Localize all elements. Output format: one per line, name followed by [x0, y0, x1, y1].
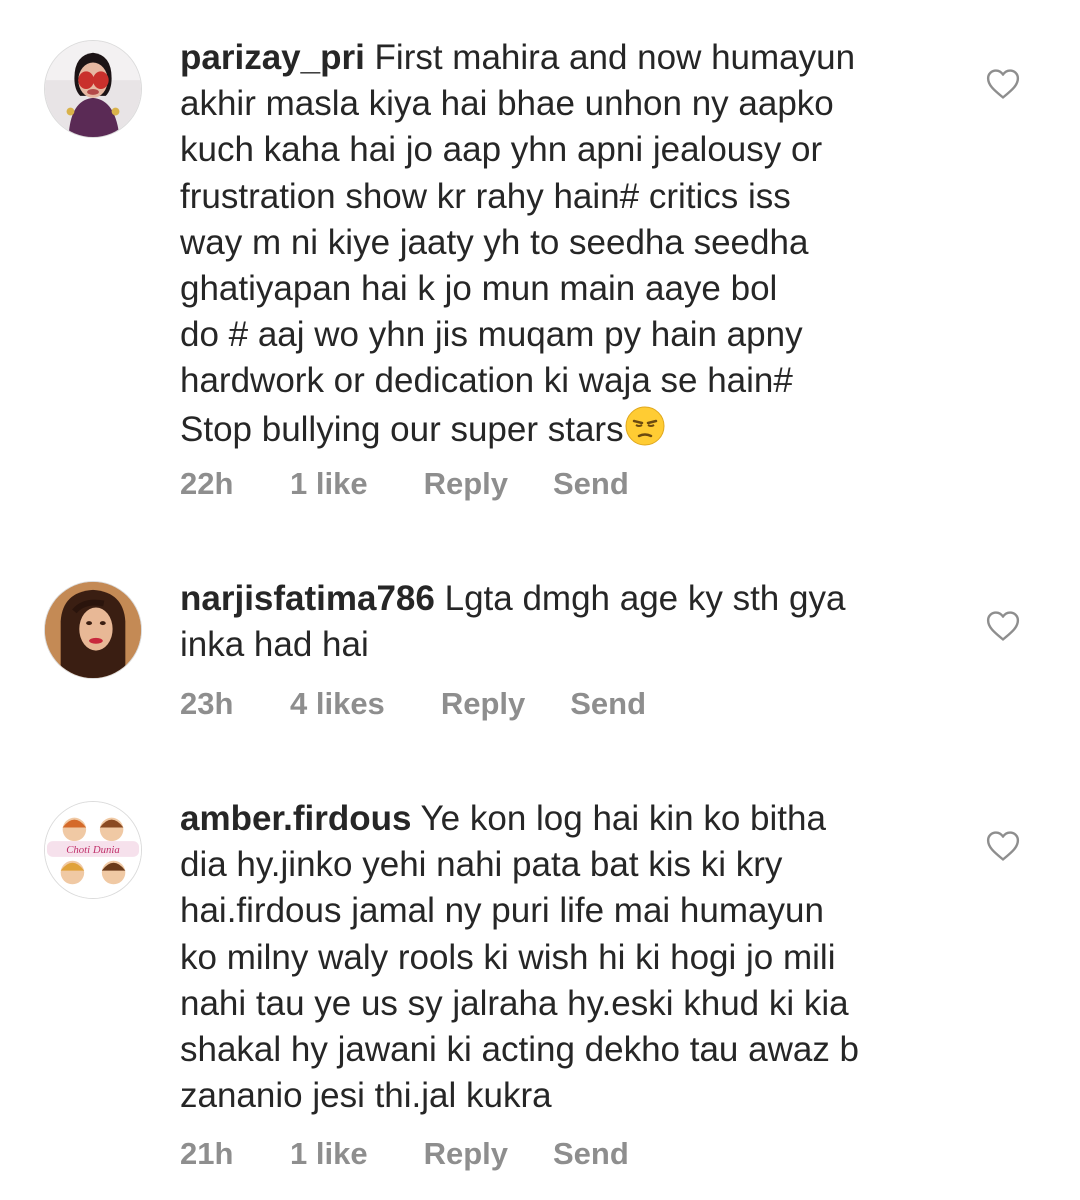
reply-button[interactable]: Reply — [424, 1136, 508, 1172]
send-button[interactable]: Send — [553, 466, 629, 502]
like-heart-icon[interactable] — [986, 610, 1020, 642]
send-button[interactable]: Send — [570, 686, 646, 722]
comment-likes[interactable]: 1 like — [290, 1136, 368, 1172]
reply-button[interactable]: Reply — [441, 686, 525, 722]
avatar[interactable] — [44, 40, 142, 138]
comment-body: parizay_pri First mahira and now humayun… — [180, 35, 940, 453]
send-button[interactable]: Send — [553, 1136, 629, 1172]
comment-text: First mahira and now humayun akhir masla… — [180, 38, 856, 449]
like-heart-icon[interactable] — [986, 68, 1020, 100]
avatar-image — [45, 41, 141, 137]
comment-time: 22h — [180, 466, 234, 501]
unamused-face-icon — [625, 406, 665, 446]
avatar-image: Choti Dunia — [45, 802, 141, 898]
comment-time: 23h — [180, 686, 234, 721]
avatar-image — [45, 582, 141, 678]
comment-meta: 21h 1 like Reply Send — [180, 1134, 629, 1174]
reply-button[interactable]: Reply — [424, 466, 508, 502]
comment-body: amber.firdous Ye kon log hai kin ko bith… — [180, 796, 940, 1119]
comment-username[interactable]: amber.firdous — [180, 799, 411, 838]
comment-likes[interactable]: 1 like — [290, 466, 368, 502]
comment-username[interactable]: parizay_pri — [180, 38, 365, 77]
like-heart-icon[interactable] — [986, 830, 1020, 862]
comment-time: 21h — [180, 1136, 234, 1171]
avatar-logo-text: Choti Dunia — [66, 844, 120, 856]
comment-body: narjisfatima786 Lgta dmgh age ky sth gya… — [180, 576, 940, 668]
comment-meta: 23h 4 likes Reply Send — [180, 684, 646, 724]
avatar[interactable]: Choti Dunia — [44, 801, 142, 899]
comment-text: Ye kon log hai kin ko bitha dia hy.jinko… — [180, 799, 860, 1116]
comment-meta: 22h 1 like Reply Send — [180, 464, 629, 504]
comment-likes[interactable]: 4 likes — [290, 686, 385, 722]
comment-username[interactable]: narjisfatima786 — [180, 579, 435, 618]
avatar[interactable] — [44, 581, 142, 679]
